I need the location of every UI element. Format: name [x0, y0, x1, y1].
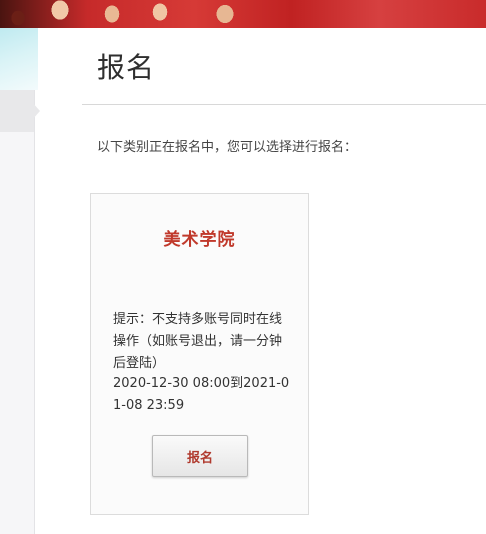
page-title: 报名: [97, 51, 156, 84]
title-divider: [82, 104, 486, 105]
registration-intro: 以下类别正在报名中，您可以选择进行报名：: [97, 140, 358, 155]
top-banner-image: [0, 0, 486, 28]
left-sidebar-accent: [0, 28, 38, 90]
card-title: 美术学院: [163, 230, 236, 250]
card-notice: 提示：不支持多账号同时在线操作（如账号退出，请一分钟后登陆）: [113, 312, 283, 371]
left-sidebar-active-item: [0, 90, 34, 132]
registration-card: 美术学院 提示：不支持多账号同时在线操作（如账号退出，请一分钟后登陆） 2020…: [90, 193, 309, 515]
card-dates: 2020-12-30 08:00到2021-01-08 23:59: [113, 376, 290, 413]
left-sidebar-pointer-icon: [32, 102, 40, 120]
register-button[interactable]: 报名: [152, 435, 248, 477]
